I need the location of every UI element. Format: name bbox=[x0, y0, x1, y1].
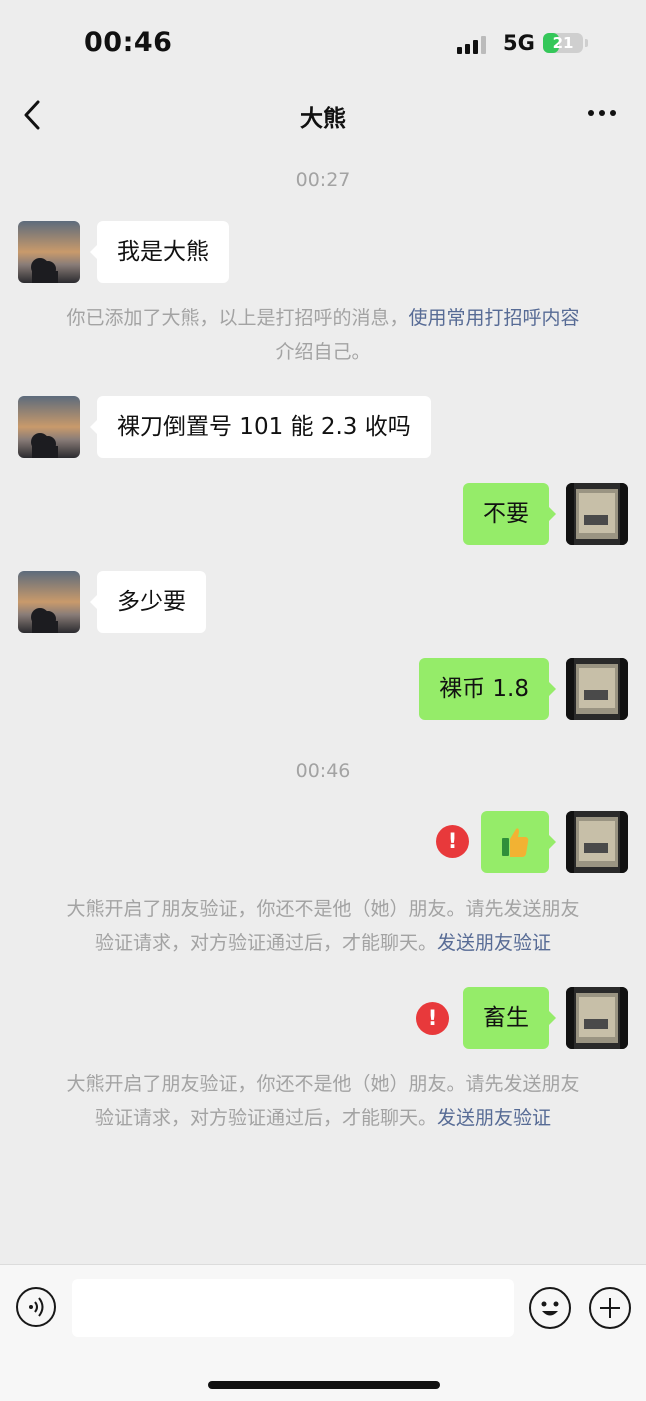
status-bar: 00:46 5G 21 bbox=[0, 0, 646, 88]
plus-icon bbox=[600, 1298, 620, 1318]
send-failed-icon[interactable]: ! bbox=[436, 825, 469, 858]
send-failed-icon[interactable]: ! bbox=[416, 1002, 449, 1035]
outgoing-message[interactable]: 畜生 bbox=[463, 987, 556, 1049]
contact-avatar[interactable] bbox=[18, 396, 80, 458]
send-verification-link[interactable]: 发送朋友验证 bbox=[437, 1107, 551, 1129]
system-notice: 大熊开启了朋友验证，你还不是他（她）朋友。请先发送朋友 验证请求，对方验证通过后… bbox=[40, 1067, 606, 1135]
contact-avatar[interactable] bbox=[18, 571, 80, 633]
status-time: 00:46 bbox=[84, 27, 173, 58]
my-avatar[interactable] bbox=[566, 811, 628, 873]
emoji-button[interactable] bbox=[529, 1287, 571, 1329]
contact-avatar[interactable] bbox=[18, 221, 80, 283]
my-avatar[interactable] bbox=[566, 658, 628, 720]
battery-percent: 21 bbox=[552, 34, 574, 52]
battery-icon: 21 bbox=[543, 33, 583, 53]
greeting-templates-link[interactable]: 使用常用打招呼内容 bbox=[409, 307, 580, 329]
outgoing-message[interactable] bbox=[481, 811, 556, 873]
avatar-banknote-image bbox=[566, 658, 628, 720]
thumbs-up-icon bbox=[502, 828, 529, 857]
verification-notice-line1: 大熊开启了朋友验证，你还不是他（她）朋友。请先发送朋友 bbox=[66, 898, 580, 920]
avatar-banknote-image bbox=[566, 811, 628, 873]
message-timestamp: 00:46 bbox=[295, 760, 351, 782]
system-notice-text: 你已添加了大熊，以上是打招呼的消息， bbox=[66, 307, 409, 329]
verification-notice-line1: 大熊开启了朋友验证，你还不是他（她）朋友。请先发送朋友 bbox=[66, 1073, 580, 1095]
my-avatar[interactable] bbox=[566, 483, 628, 545]
avatar-sunset-image bbox=[18, 396, 80, 458]
battery-cap bbox=[585, 39, 588, 47]
voice-button[interactable] bbox=[16, 1287, 56, 1327]
send-verification-link[interactable]: 发送朋友验证 bbox=[437, 932, 551, 954]
message-input[interactable] bbox=[72, 1279, 514, 1337]
incoming-message[interactable]: 裸刀倒置号 101 能 2.3 收吗 bbox=[90, 396, 431, 458]
outgoing-message[interactable]: 裸币 1.8 bbox=[419, 658, 556, 720]
system-notice: 大熊开启了朋友验证，你还不是他（她）朋友。请先发送朋友 验证请求，对方验证通过后… bbox=[40, 892, 606, 960]
emoji-icon bbox=[541, 1301, 559, 1316]
more-button[interactable] bbox=[588, 110, 616, 116]
message-timestamp: 00:27 bbox=[295, 169, 351, 191]
avatar-sunset-image bbox=[18, 571, 80, 633]
signal-icon bbox=[457, 36, 486, 54]
home-indicator[interactable] bbox=[208, 1381, 440, 1389]
ellipsis-icon bbox=[588, 110, 594, 116]
avatar-banknote-image bbox=[566, 987, 628, 1049]
system-notice: 你已添加了大熊，以上是打招呼的消息，使用常用打招呼内容 介绍自己。 bbox=[40, 301, 606, 369]
system-notice-tail: 介绍自己。 bbox=[275, 341, 371, 363]
incoming-message[interactable]: 我是大熊 bbox=[90, 221, 229, 283]
incoming-message[interactable]: 多少要 bbox=[90, 571, 206, 633]
verification-notice-line2: 验证请求，对方验证通过后，才能聊天。 bbox=[94, 1107, 437, 1129]
chat-header: 大熊 bbox=[0, 88, 646, 144]
avatar-banknote-image bbox=[566, 483, 628, 545]
avatar-sunset-image bbox=[18, 221, 80, 283]
my-avatar[interactable] bbox=[566, 987, 628, 1049]
outgoing-message[interactable]: 不要 bbox=[463, 483, 556, 545]
chat-title: 大熊 bbox=[300, 106, 346, 132]
more-actions-button[interactable] bbox=[589, 1287, 631, 1329]
input-bar bbox=[0, 1264, 646, 1401]
network-type: 5G bbox=[503, 31, 535, 55]
voice-icon bbox=[29, 1297, 44, 1317]
verification-notice-line2: 验证请求，对方验证通过后，才能聊天。 bbox=[94, 932, 437, 954]
